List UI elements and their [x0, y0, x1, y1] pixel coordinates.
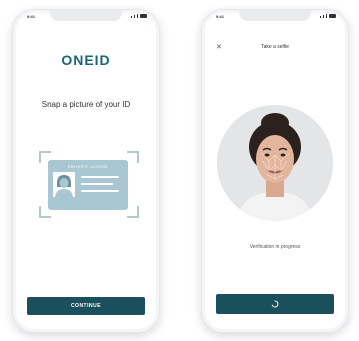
verification-status: Verification in progress: [249, 244, 301, 250]
id-line: [81, 190, 119, 192]
phone-notch: [50, 10, 122, 21]
frame-corner-top-right: [127, 151, 139, 163]
page-title: Take a selfie: [261, 44, 289, 50]
phone-notch: [239, 10, 311, 21]
status-icons: [131, 14, 147, 18]
battery-icon: [140, 14, 147, 18]
id-line: [81, 176, 119, 178]
phone-id-capture: 9:41 ONEID Snap a picture of your ID DRI…: [12, 9, 160, 333]
id-card-illustration: DRIVER'S LICENSE: [48, 160, 128, 210]
page-title: Snap a picture of your ID: [41, 100, 131, 109]
status-time: 9:41: [27, 14, 36, 19]
phone-selfie: 9:41 ✕ Take a selfie Verification in pro…: [201, 9, 349, 333]
spinner-icon: [271, 295, 279, 313]
status-time: 9:41: [216, 14, 225, 19]
status-icons: [320, 14, 336, 18]
id-photo-icon: [53, 172, 75, 197]
id-card-label: DRIVER'S LICENSE: [67, 165, 109, 169]
continue-button[interactable]: CONTINUE: [27, 297, 145, 315]
progress-button[interactable]: [216, 294, 334, 314]
selfie-camera-view: [217, 105, 333, 221]
battery-icon: [329, 14, 336, 18]
id-line: [81, 183, 113, 185]
frame-corner-bottom-right: [127, 206, 139, 218]
oneid-logo: ONEID: [61, 52, 111, 68]
